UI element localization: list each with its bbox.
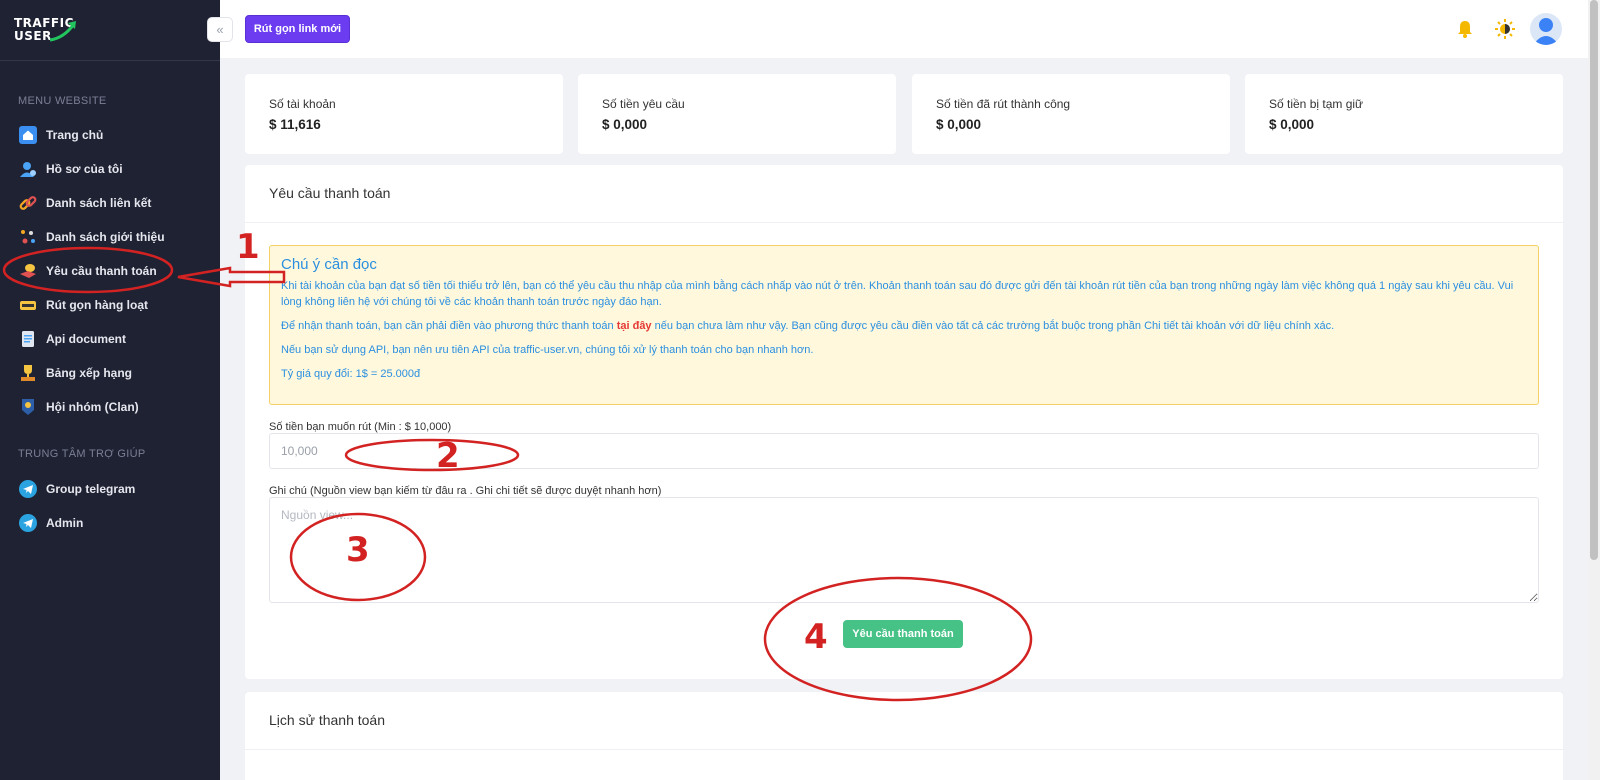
sidebar-item-label: Api document [46, 332, 126, 346]
menu-section-title: MENU WEBSITE [18, 95, 107, 107]
annotation-number-3: 3 [346, 530, 370, 570]
card-divider [245, 749, 1563, 750]
sidebar-item-label: Trang chủ [46, 128, 104, 142]
referral-icon [18, 227, 38, 247]
notice-paragraph: Để nhận thanh toán, bạn cần phải điền và… [281, 318, 1527, 334]
sidebar-item-referrals[interactable]: Danh sách giới thiệu [18, 224, 165, 250]
home-icon [18, 125, 38, 145]
logo-arrow-icon [49, 21, 76, 42]
payment-history-card: Lịch sử thanh toán [245, 692, 1563, 780]
note-label: Ghi chú (Nguồn view bạn kiếm từ đâu ra .… [269, 485, 662, 497]
stat-value: $ 11,616 [269, 117, 321, 132]
link-icon [18, 193, 38, 213]
clan-icon [18, 397, 38, 417]
sidebar-item-label: Hội nhóm (Clan) [46, 400, 139, 414]
sidebar: TRAFFIC USER MENU WEBSITE Trang chủ Hồ s… [0, 0, 220, 780]
sidebar-item-label: Danh sách giới thiệu [46, 230, 165, 244]
telegram-icon [18, 513, 38, 533]
sidebar-item-profile[interactable]: Hồ sơ của tôi [18, 156, 123, 182]
stat-value: $ 0,000 [1269, 117, 1315, 132]
stat-value: $ 0,000 [936, 117, 982, 132]
sidebar-item-payment-request[interactable]: Yêu cầu thanh toán [18, 258, 157, 284]
card-title: Lịch sử thanh toán [269, 712, 386, 728]
user-avatar[interactable] [1530, 13, 1562, 45]
payment-method-link[interactable]: tại đây [617, 320, 652, 332]
stat-label: Số tiền bị tạm giữ [1269, 97, 1364, 111]
scrollbar-thumb[interactable] [1590, 0, 1598, 560]
stat-value: $ 0,000 [602, 117, 648, 132]
sidebar-item-clan[interactable]: Hội nhóm (Clan) [18, 394, 139, 420]
sidebar-item-admin[interactable]: Admin [18, 510, 83, 536]
annotation-number-1: 1 [236, 227, 260, 267]
notice-paragraph: Nếu bạn sử dụng API, bạn nên ưu tiên API… [281, 344, 814, 356]
sidebar-item-label: Admin [46, 516, 84, 530]
sidebar-divider [0, 60, 220, 61]
amount-label: Số tiền bạn muốn rút (Min : $ 10,000) [269, 421, 452, 433]
card-divider [245, 222, 1563, 223]
logo[interactable]: TRAFFIC USER [14, 16, 84, 44]
sidebar-item-bulk-shorten[interactable]: Rút gọn hàng loạt [18, 292, 148, 318]
new-short-link-button[interactable]: Rút gọn link mới [245, 15, 350, 43]
bulk-shorten-icon [18, 295, 38, 315]
notice-alert: Chú ý cần đọc Khi tài khoản của bạn đạt … [269, 245, 1539, 405]
sidebar-item-label: Group telegram [46, 482, 136, 496]
stat-card-withdrawn: Số tiền đã rút thành công $ 0,000 [912, 74, 1230, 154]
payment-icon [18, 261, 38, 281]
notice-text: nếu bạn chưa làm như vậy. Bạn cũng được … [651, 320, 1335, 332]
notice-exchange-rate: Tỷ giá quy đổi: 1$ = 25.000đ [281, 368, 421, 380]
notification-bell-icon[interactable] [1452, 16, 1478, 42]
annotation-number-2: 2 [436, 436, 460, 476]
annotation-number-4: 4 [804, 617, 828, 657]
notice-text: Để nhận thanh toán, bạn cần phải điền và… [281, 320, 617, 332]
notice-paragraph: Khi tài khoản của bạn đạt số tiền tối th… [281, 280, 1514, 308]
card-title: Yêu cầu thanh toán [269, 185, 391, 201]
submit-payment-request-button[interactable]: Yêu cầu thanh toán [843, 620, 963, 648]
stat-card-balance: Số tài khoản $ 11,616 [245, 74, 563, 154]
stat-label: Số tiền đã rút thành công [936, 97, 1071, 111]
stat-label: Số tài khoản [269, 97, 336, 111]
notice-title: Chú ý cần đọc [281, 256, 377, 273]
telegram-icon [18, 479, 38, 499]
sidebar-item-label: Hồ sơ của tôi [46, 162, 123, 176]
sidebar-item-label: Yêu cầu thanh toán [46, 264, 157, 278]
stat-label: Số tiền yêu cầu [602, 97, 685, 111]
sidebar-item-home[interactable]: Trang chủ [18, 122, 103, 148]
sidebar-item-label: Danh sách liên kết [46, 196, 152, 210]
topbar: Rút gọn link mới [220, 0, 1588, 58]
note-textarea[interactable] [269, 497, 1539, 603]
page-scrollbar[interactable] [1588, 0, 1600, 780]
profile-icon [18, 159, 38, 179]
theme-toggle-icon[interactable] [1492, 16, 1518, 42]
document-icon [18, 329, 38, 349]
sidebar-item-links[interactable]: Danh sách liên kết [18, 190, 151, 216]
sidebar-item-api-document[interactable]: Api document [18, 326, 126, 352]
sidebar-item-label: Rút gọn hàng loạt [46, 298, 148, 312]
help-section-title: TRUNG TÂM TRỢ GIÚP [18, 448, 146, 460]
payment-request-card: Yêu cầu thanh toán Chú ý cần đọc Khi tài… [245, 165, 1563, 679]
trophy-icon [18, 363, 38, 383]
stat-card-held: Số tiền bị tạm giữ $ 0,000 [1245, 74, 1563, 154]
sidebar-item-leaderboard[interactable]: Bảng xếp hạng [18, 360, 132, 386]
sidebar-item-label: Bảng xếp hạng [46, 366, 133, 380]
stat-card-requested: Số tiền yêu cầu $ 0,000 [578, 74, 896, 154]
sidebar-collapse-button[interactable]: « [207, 17, 233, 42]
sidebar-item-group-telegram[interactable]: Group telegram [18, 476, 135, 502]
